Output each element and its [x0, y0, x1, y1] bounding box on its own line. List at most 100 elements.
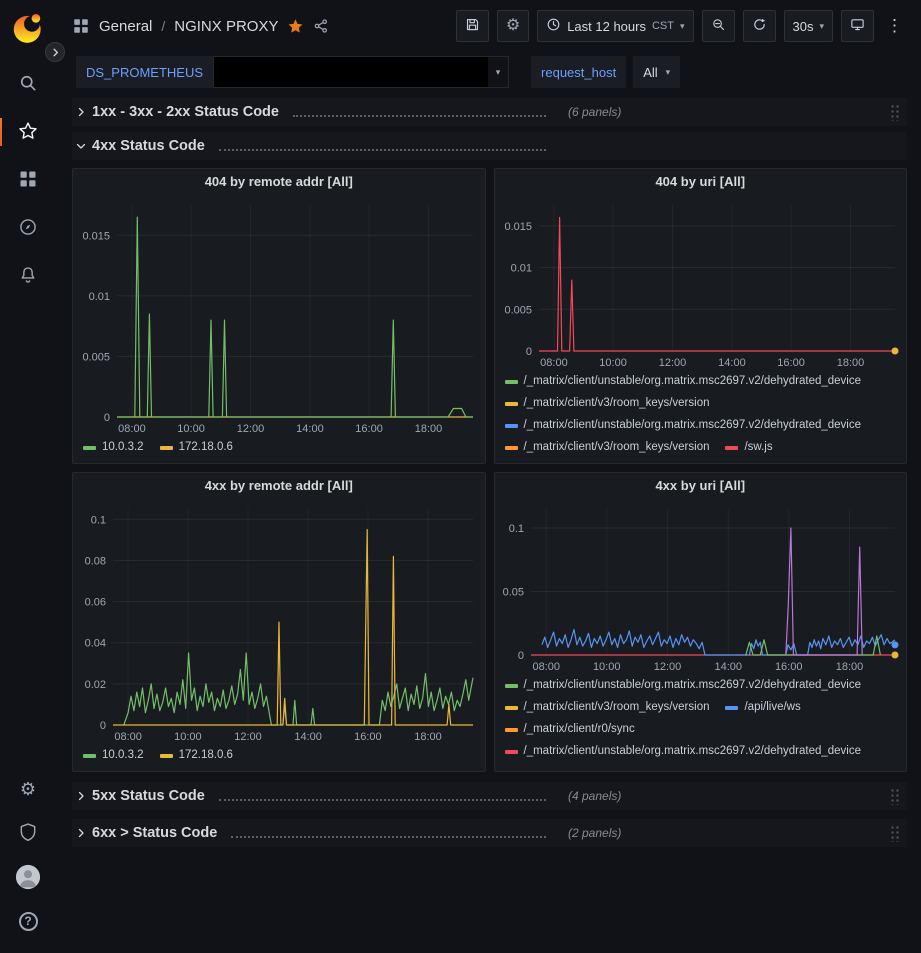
svg-text:16:00: 16:00: [774, 661, 802, 673]
legend-item[interactable]: /_matrix/client/v3/room_keys/version: [505, 700, 710, 715]
sidebar-item-explore[interactable]: [0, 212, 56, 244]
zoom-out-icon: [711, 17, 726, 35]
sidebar-item-alerting[interactable]: [0, 260, 56, 292]
legend-swatch: [505, 750, 518, 754]
panel-legend: 10.0.3.2 172.18.0.6: [73, 437, 485, 463]
panel-title[interactable]: 4xx by uri [All]: [495, 473, 907, 499]
variable-label-request-host[interactable]: request_host: [531, 56, 626, 88]
legend-swatch: [505, 728, 518, 732]
share-icon[interactable]: [313, 18, 329, 34]
legend-item[interactable]: 10.0.3.2: [83, 748, 144, 763]
user-avatar[interactable]: [0, 861, 56, 893]
svg-text:0.08: 0.08: [85, 555, 106, 567]
svg-text:14:00: 14:00: [296, 423, 324, 435]
row-leader-dots: [219, 791, 546, 801]
star-icon: [18, 121, 38, 144]
legend-swatch: [505, 380, 518, 384]
legend-item[interactable]: /_matrix/client/unstable/org.matrix.msc2…: [505, 678, 862, 693]
legend-label: /_matrix/client/v3/room_keys/version: [524, 700, 710, 715]
legend-item[interactable]: 172.18.0.6: [160, 440, 233, 455]
panel-legend: /_matrix/client/unstable/org.matrix.msc2…: [495, 371, 907, 463]
legend-item[interactable]: 172.18.0.6: [160, 748, 233, 763]
panel-title[interactable]: 4xx by remote addr [All]: [73, 473, 485, 499]
sidebar-item-configuration[interactable]: ⚙: [0, 773, 56, 805]
panel-404-by-uri: 404 by uri [All] 08:0010:0012:0014:0016:…: [494, 168, 908, 464]
sidebar-item-help[interactable]: ?: [0, 905, 56, 937]
breadcrumb-folder[interactable]: General: [99, 18, 152, 35]
svg-text:08:00: 08:00: [118, 423, 146, 435]
row-title: 6xx > Status Code: [92, 825, 217, 841]
timeseries-chart[interactable]: 08:0010:0012:0014:0016:0018:0000.0050.01…: [495, 195, 907, 371]
gear-icon: ⚙: [20, 780, 36, 798]
row-leader-dots: [219, 141, 546, 151]
bell-icon: [18, 265, 38, 288]
legend-swatch: [505, 684, 518, 688]
chevron-right-icon: [72, 827, 90, 839]
legend-item[interactable]: 10.0.3.2: [83, 440, 144, 455]
legend-swatch: [160, 754, 173, 758]
svg-text:0.04: 0.04: [85, 638, 106, 650]
variable-select-request-host[interactable]: All ▾: [633, 56, 680, 88]
row-5xx[interactable]: 5xx Status Code (4 panels): [72, 782, 907, 810]
legend-swatch: [83, 446, 96, 450]
svg-text:0.1: 0.1: [508, 523, 523, 535]
row-leader-dots: [231, 828, 546, 838]
legend-item[interactable]: /sw.js: [725, 440, 772, 455]
panel-404-by-remote-addr: 404 by remote addr [All] 08:0010:0012:00…: [72, 168, 486, 464]
sidebar-item-server-admin[interactable]: [0, 817, 56, 849]
dashboard-settings-button[interactable]: ⚙: [497, 10, 529, 42]
svg-text:0: 0: [525, 346, 531, 358]
zoom-out-button[interactable]: [702, 10, 735, 42]
svg-text:0.1: 0.1: [91, 514, 106, 526]
svg-text:0: 0: [100, 720, 106, 732]
tv-mode-button[interactable]: [841, 10, 874, 42]
legend-label: /sw.js: [744, 440, 772, 455]
row-title: 1xx - 3xx - 2xx Status Code: [92, 104, 279, 120]
row-4xx[interactable]: 4xx Status Code: [72, 132, 907, 160]
svg-text:10:00: 10:00: [599, 357, 627, 369]
sidebar-expand-button[interactable]: [45, 42, 65, 62]
timeseries-chart[interactable]: 08:0010:0012:0014:0016:0018:0000.050.1: [495, 499, 907, 675]
sidebar-item-dashboards[interactable]: [0, 164, 56, 196]
legend-item[interactable]: /_matrix/client/unstable/org.matrix.msc2…: [505, 374, 862, 389]
shield-icon: [18, 822, 38, 845]
legend-item[interactable]: /_matrix/client/v3/room_keys/version: [505, 440, 710, 455]
row-1xx-3xx-2xx[interactable]: 1xx - 3xx - 2xx Status Code (6 panels): [72, 98, 907, 126]
drag-handle-icon[interactable]: [890, 104, 901, 121]
legend-swatch: [505, 706, 518, 710]
legend-item[interactable]: /_matrix/client/r0/sync: [505, 722, 635, 737]
row-panel-count: (4 panels): [568, 789, 621, 803]
drag-handle-icon[interactable]: [890, 825, 901, 842]
favorite-star-icon[interactable]: [287, 18, 304, 35]
drag-handle-icon[interactable]: [890, 788, 901, 805]
sidebar-search-button[interactable]: [0, 68, 56, 100]
kebab-menu-button[interactable]: ⋮: [882, 16, 907, 36]
dashboards-grid-icon: [18, 169, 38, 192]
variable-select-ds-prometheus[interactable]: ▾: [213, 56, 509, 88]
svg-text:08:00: 08:00: [114, 731, 142, 743]
timeseries-chart[interactable]: 08:0010:0012:0014:0016:0018:0000.0050.01…: [73, 195, 485, 437]
timeseries-chart[interactable]: 08:0010:0012:0014:0016:0018:0000.020.040…: [73, 499, 485, 745]
variable-label-ds-prometheus[interactable]: DS_PROMETHEUS: [76, 56, 213, 88]
chevron-down-icon: [72, 140, 90, 152]
grafana-app: ⚙: [0, 0, 921, 953]
svg-text:14:00: 14:00: [714, 661, 742, 673]
sidebar-item-starred[interactable]: [0, 116, 56, 148]
refresh-interval-picker[interactable]: 30s ▾: [784, 10, 834, 42]
legend-item[interactable]: /_matrix/client/unstable/org.matrix.msc2…: [505, 418, 862, 433]
grafana-logo-icon[interactable]: [9, 8, 47, 46]
panel-title[interactable]: 404 by uri [All]: [495, 169, 907, 195]
legend-item[interactable]: /api/live/ws: [725, 700, 800, 715]
panel-title[interactable]: 404 by remote addr [All]: [73, 169, 485, 195]
legend-item[interactable]: /_matrix/client/v3/room_keys/version: [505, 396, 710, 411]
panel-4xx-by-uri: 4xx by uri [All] 08:0010:0012:0014:0016:…: [494, 472, 908, 772]
time-range-picker[interactable]: Last 12 hours CST ▾: [537, 10, 693, 42]
legend-item[interactable]: /_matrix/client/unstable/org.matrix.msc2…: [505, 744, 862, 759]
refresh-button[interactable]: [743, 10, 776, 42]
row-6xx[interactable]: 6xx > Status Code (2 panels): [72, 819, 907, 847]
save-dashboard-button[interactable]: [456, 10, 489, 42]
sidebar: ⚙: [0, 0, 56, 953]
variable-value-request-host: All: [643, 65, 657, 80]
toolbar: ⚙ Last 12 hours CST ▾: [456, 10, 907, 42]
dashboard-title[interactable]: NGINX PROXY: [174, 18, 278, 35]
